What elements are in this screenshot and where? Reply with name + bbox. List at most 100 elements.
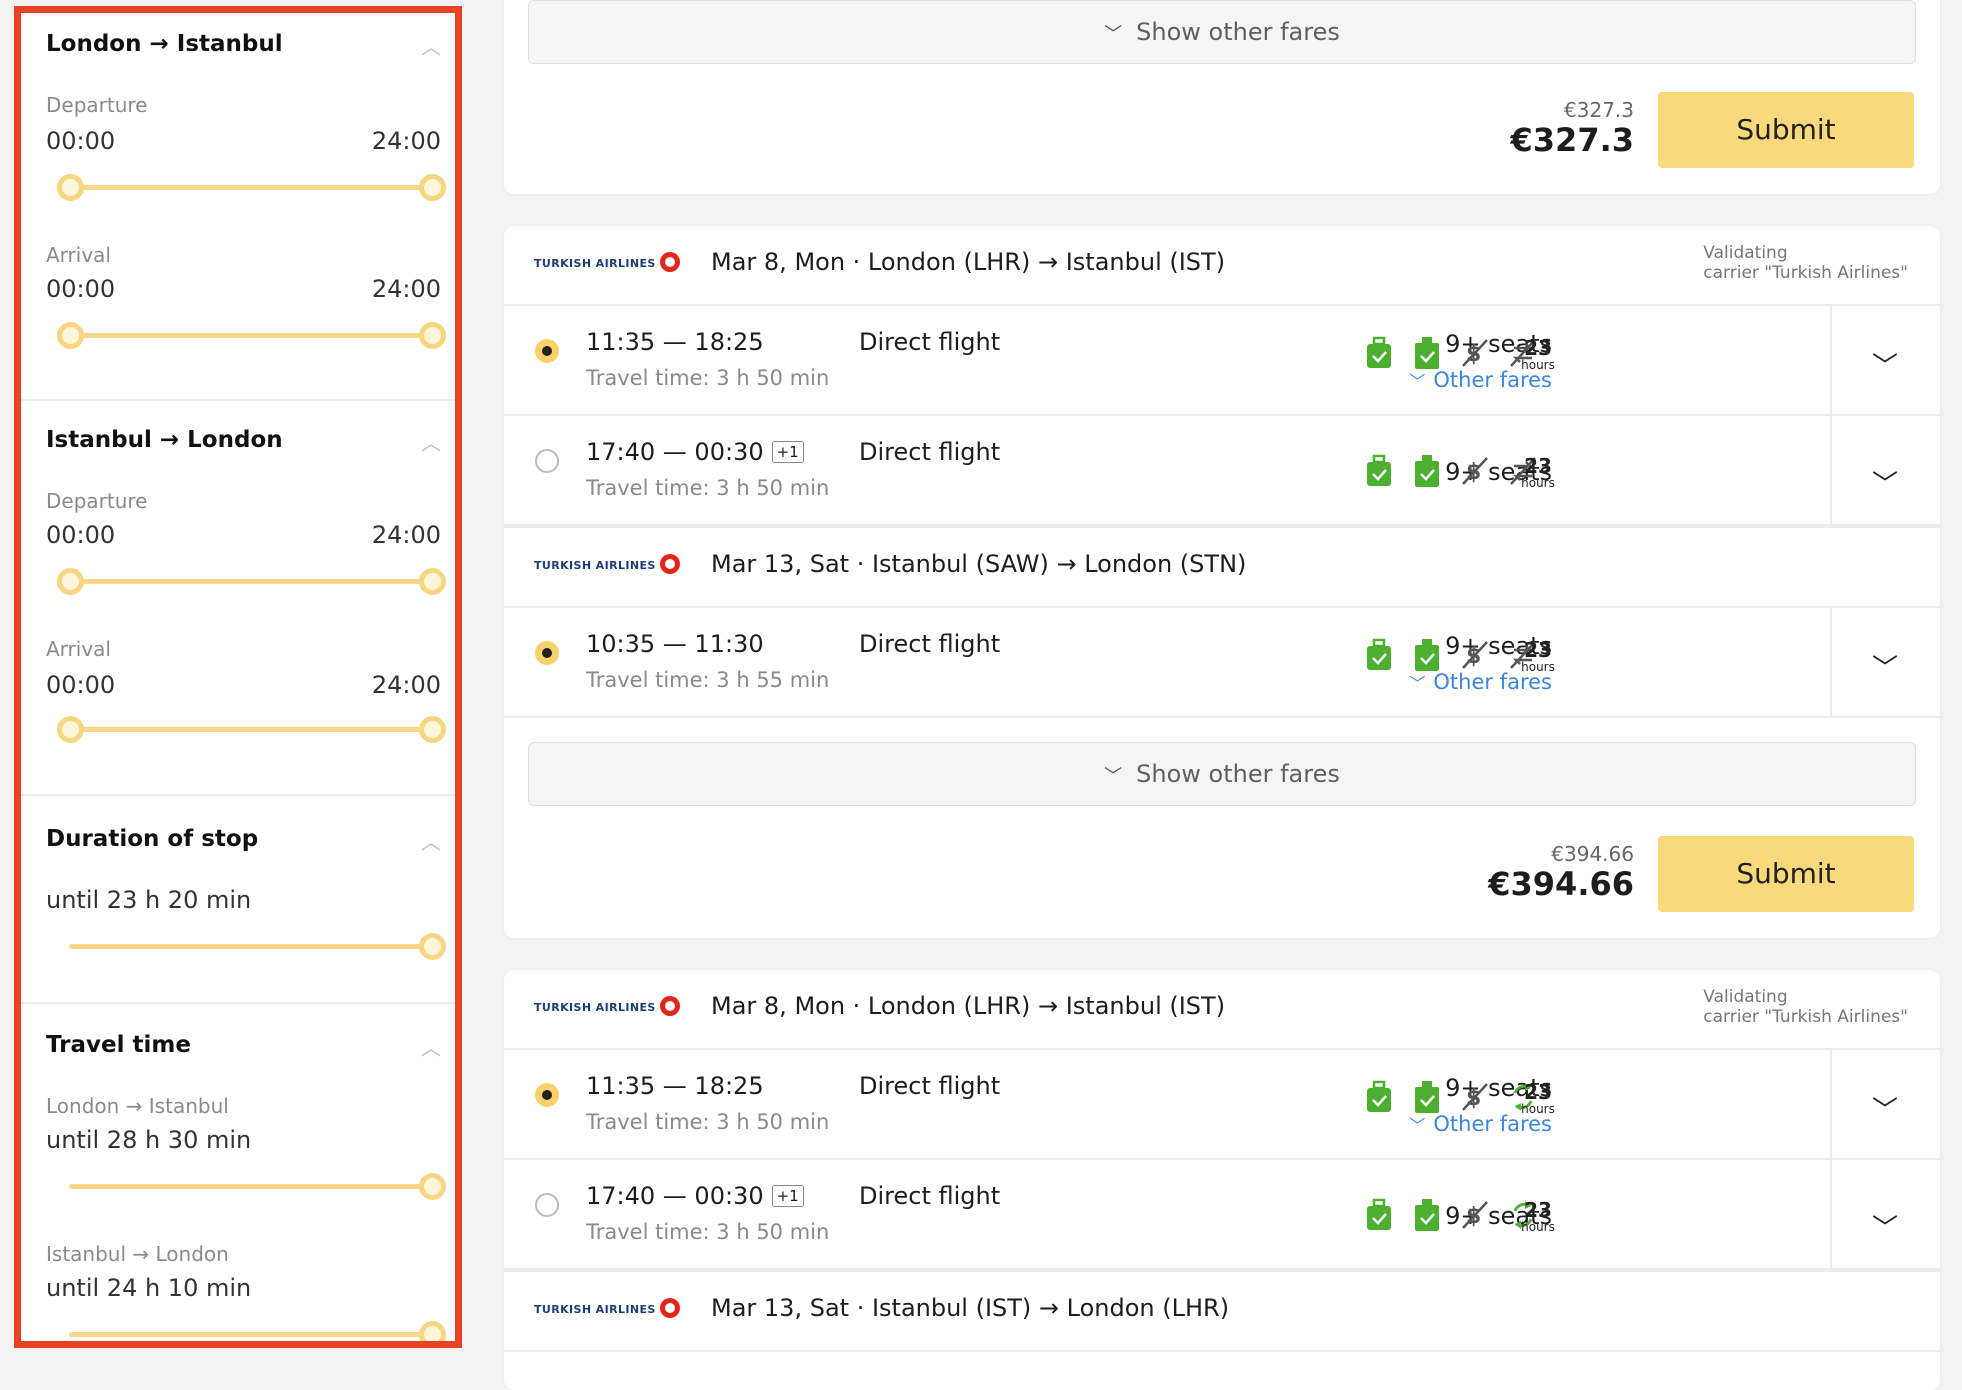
- show-other-fares-label: Show other fares: [1136, 760, 1340, 788]
- chevron-up-icon[interactable]: ︿: [421, 1032, 441, 1061]
- chevron-down-icon: ﹀: [1104, 24, 1123, 45]
- show-other-fares-button[interactable]: ﹀ Show other fares: [528, 0, 1916, 64]
- stop-duration-value: until 23 h 20 min: [46, 886, 252, 914]
- chevron-down-icon: ﹀: [1409, 674, 1426, 693]
- stop-duration-slider-track[interactable]: [69, 944, 433, 949]
- hours-badge: 23 hours: [1521, 638, 1555, 674]
- offer-card: TURKISH AIRLINES Mar 8, Mon · London (LH…: [504, 226, 1940, 938]
- chevron-down-icon: ﹀: [1104, 766, 1123, 787]
- filter-return: Istanbul → London ︿ Departure 00:00 24:0…: [21, 401, 455, 796]
- travel-time: Travel time: 3 h 50 min: [586, 1110, 830, 1134]
- travel-out-slider-track[interactable]: [69, 1184, 433, 1189]
- departure-slider-track[interactable]: [69, 185, 433, 190]
- cabin-bag-icon: [1367, 1198, 1391, 1230]
- segment-route: Mar 13, Sat · Istanbul (SAW) → London (S…: [711, 550, 1247, 578]
- flight-radio[interactable]: [535, 449, 559, 473]
- filter-outbound: London → Istanbul ︿ Departure 00:00 24:0…: [21, 13, 455, 401]
- cabin-bag-icon: [1367, 638, 1391, 670]
- slider-handle-max[interactable]: [419, 1173, 446, 1200]
- flight-row[interactable]: 11:35 — 18:25 Travel time: 3 h 50 min Di…: [504, 1050, 1940, 1160]
- departure-slider-track[interactable]: [69, 579, 433, 584]
- checked-bag-icon: [1415, 639, 1439, 671]
- arrival-label: Arrival: [46, 243, 111, 267]
- show-other-fares-label: Show other fares: [1136, 18, 1340, 46]
- expand-icon[interactable]: ﹀: [1872, 1208, 1898, 1245]
- arrival-from: 00:00: [46, 275, 116, 303]
- direct-flight-label: Direct flight: [859, 1072, 1001, 1100]
- hours-badge: 23 hours: [1521, 1080, 1555, 1116]
- flight-radio[interactable]: [535, 339, 559, 363]
- expand-icon[interactable]: ﹀: [1872, 346, 1898, 383]
- departure-from: 00:00: [46, 521, 116, 549]
- segment-header: TURKISH AIRLINES Mar 13, Sat · Istanbul …: [504, 1270, 1940, 1352]
- travel-time: Travel time: 3 h 55 min: [586, 668, 830, 692]
- flight-radio[interactable]: [535, 1193, 559, 1217]
- chevron-up-icon[interactable]: ︿: [421, 427, 441, 456]
- checked-bag-icon: [1415, 455, 1439, 487]
- slider-handle-max[interactable]: [419, 933, 446, 960]
- slider-handle-min[interactable]: [57, 322, 84, 349]
- arrival-from: 00:00: [46, 671, 116, 699]
- slider-handle-max[interactable]: [419, 716, 446, 743]
- flight-times: 17:40 — 00:30 +1: [586, 438, 804, 466]
- submit-button[interactable]: Submit: [1658, 92, 1914, 168]
- arrival-slider-track[interactable]: [69, 727, 433, 732]
- direct-flight-label: Direct flight: [859, 328, 1001, 356]
- filter-title: London → Istanbul: [46, 31, 283, 57]
- show-other-fares-button[interactable]: ﹀ Show other fares: [528, 742, 1916, 806]
- no-refund-icon: $: [1462, 339, 1488, 367]
- flight-times: 11:35 — 18:25: [586, 328, 764, 356]
- direct-flight-label: Direct flight: [859, 438, 1001, 466]
- travel-ret-label: Istanbul → London: [46, 1242, 229, 1266]
- chevron-down-icon: ﹀: [1409, 372, 1426, 391]
- direct-flight-label: Direct flight: [859, 1182, 1001, 1210]
- slider-handle-max[interactable]: [419, 1321, 446, 1341]
- slider-handle-max[interactable]: [419, 322, 446, 349]
- segment-header: TURKISH AIRLINES Mar 13, Sat · Istanbul …: [504, 526, 1940, 608]
- slider-handle-min[interactable]: [57, 716, 84, 743]
- arrival-to: 24:00: [371, 671, 441, 699]
- slider-handle-min[interactable]: [57, 568, 84, 595]
- hours-badge: 23 hours: [1521, 454, 1555, 490]
- travel-ret-slider-track[interactable]: [69, 1332, 433, 1337]
- direct-flight-label: Direct flight: [859, 630, 1001, 658]
- arrival-label: Arrival: [46, 637, 111, 661]
- flight-times: 11:35 — 18:25: [586, 1072, 764, 1100]
- flight-row[interactable]: 10:35 — 11:30 Travel time: 3 h 55 min Di…: [504, 608, 1940, 718]
- price: €327.3: [1510, 121, 1634, 159]
- submit-button[interactable]: Submit: [1658, 836, 1914, 912]
- flight-row[interactable]: 11:35 — 18:25 Travel time: 3 h 50 min Di…: [504, 306, 1940, 416]
- chevron-up-icon[interactable]: ︿: [421, 826, 441, 855]
- divider: [1830, 608, 1832, 716]
- flight-row[interactable]: 17:40 — 00:30 +1 Travel time: 3 h 50 min …: [504, 1160, 1940, 1270]
- divider: [1830, 416, 1832, 524]
- filter-title: Istanbul → London: [46, 427, 283, 453]
- divider: [1830, 1050, 1832, 1158]
- arrival-slider-track[interactable]: [69, 333, 433, 338]
- departure-from: 00:00: [46, 127, 116, 155]
- flight-row[interactable]: 17:40 — 00:30 +1 Travel time: 3 h 50 min …: [504, 416, 1940, 526]
- no-refund-icon: $: [1462, 1083, 1488, 1111]
- expand-icon[interactable]: ﹀: [1872, 464, 1898, 501]
- expand-icon[interactable]: ﹀: [1872, 648, 1898, 685]
- segment-header: TURKISH AIRLINES Mar 8, Mon · London (LH…: [504, 226, 1940, 306]
- slider-handle-max[interactable]: [419, 174, 446, 201]
- no-refund-icon: $: [1462, 1201, 1488, 1229]
- slider-handle-max[interactable]: [419, 568, 446, 595]
- slider-handle-min[interactable]: [57, 174, 84, 201]
- cabin-bag-icon: [1367, 336, 1391, 368]
- flight-radio[interactable]: [535, 1083, 559, 1107]
- segment-route: Mar 13, Sat · Istanbul (IST) → London (L…: [711, 1294, 1230, 1322]
- airline-logo: TURKISH AIRLINES: [534, 1298, 680, 1318]
- airline-logo: TURKISH AIRLINES: [534, 996, 680, 1016]
- departure-to: 24:00: [371, 521, 441, 549]
- flight-radio[interactable]: [535, 641, 559, 665]
- travel-out-value: until 28 h 30 min: [46, 1126, 252, 1154]
- segment-header: TURKISH AIRLINES Mar 8, Mon · London (LH…: [504, 970, 1940, 1050]
- expand-icon[interactable]: ﹀: [1872, 1090, 1898, 1127]
- offer-card: TURKISH AIRLINES Mar 8, Mon · London (LH…: [504, 970, 1940, 1390]
- next-day-badge: +1: [771, 441, 804, 463]
- arrival-to: 24:00: [371, 275, 441, 303]
- departure-to: 24:00: [371, 127, 441, 155]
- chevron-up-icon[interactable]: ︿: [421, 31, 441, 60]
